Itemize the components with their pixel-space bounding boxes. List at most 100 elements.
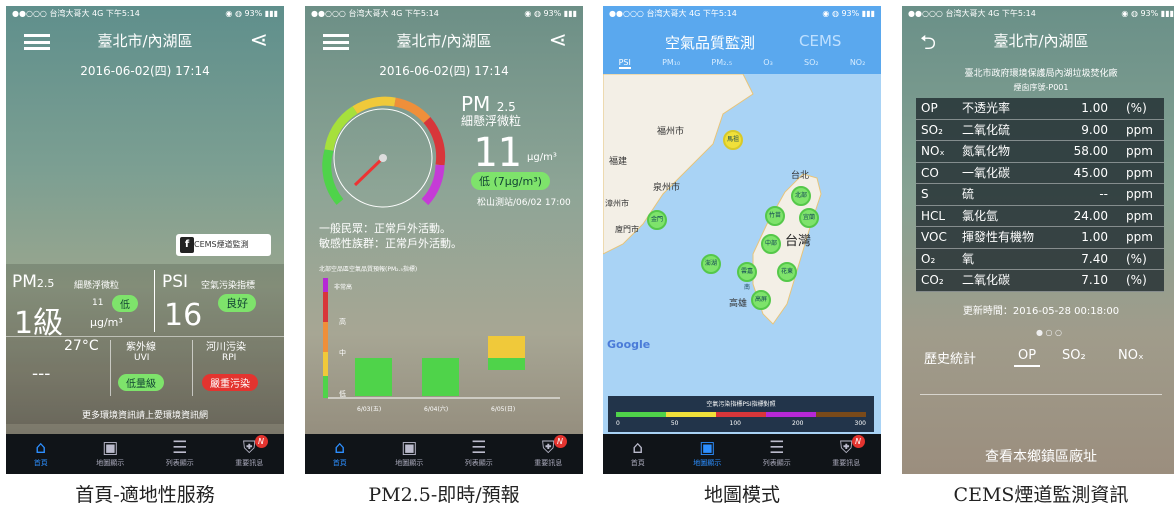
tab-alerts[interactable]: ⛨ 重要訊息 N (215, 434, 285, 474)
pollutant-tabs: PSI PM₁₀ PM₂.₅ O₃ SO₂ NO₂ (603, 58, 881, 69)
alert-shield-icon: ⛨ (242, 438, 256, 458)
tab-alerts[interactable]: ⛨ 重要訊息 N (812, 434, 882, 474)
cluster-yilan[interactable]: 宜蘭 (799, 208, 819, 228)
map-icon: ▣ (699, 438, 716, 458)
psi-legend: 空氣污染指標PSI指標對照 0 50 100 200 300 (608, 396, 874, 432)
station-text: 松山測站/06/02 17:00 (477, 198, 571, 208)
map-view[interactable]: 福州市 福建 泉州市 漳州市 廈門市 台北 台灣 高雄 馬祖 金門 澎湖 北部 … (603, 74, 881, 434)
tab-home[interactable]: ⌂ 首頁 (603, 434, 673, 474)
subtab-psi[interactable]: PSI (618, 58, 631, 69)
place-xiamen: 廈門市 (615, 225, 639, 234)
notification-badge: N (851, 435, 865, 448)
legend-bar (616, 412, 866, 417)
notification-badge: N (553, 435, 567, 448)
tab-list[interactable]: ☰ 列表顯示 (145, 434, 215, 474)
cluster-yunjianan[interactable]: 雲嘉南 (737, 262, 757, 291)
status-bar: ●●○○○ 台湾大哥大 4G 下午5:14 ◉ ◍ 93% ▮▮▮ (6, 6, 284, 22)
place-kaohsiung: 高雄 (729, 299, 748, 309)
psi-badge: 良好 (218, 294, 256, 312)
date-text: 2016-06-02(四) 17:14 (80, 64, 210, 78)
place-fuzhou: 福州市 (657, 127, 685, 137)
cluster-north[interactable]: 北部 (791, 186, 811, 206)
cems-button-label: CEMS煙道監測 (194, 240, 249, 249)
rpi-badge: 嚴重污染 (202, 374, 258, 391)
tab-home[interactable]: ⌂ 首頁 (305, 434, 375, 474)
list-icon: ☰ (769, 438, 785, 458)
view-factory-location-button[interactable]: 查看本鄉鎮區廠址 (902, 446, 1174, 466)
cluster-huadong[interactable]: 花東 (777, 262, 797, 282)
day-label-0: 6/03(五) (357, 406, 382, 413)
place-taipei: 台北 (791, 171, 810, 181)
forecast-chart (323, 278, 560, 399)
forecast-bar-1 (422, 358, 459, 396)
status-bar: ●●○○○ 台湾大哥大 4G 下午5:14 ◉ ◍ 93% ▮▮▮ (603, 6, 881, 22)
pm-desc: 細懸浮微粒 (74, 281, 120, 291)
divider (6, 336, 284, 337)
notification-badge: N (254, 435, 268, 448)
cems-screen: ●●○○○ 台湾大哥大 4G 下午5:14 ◉ ◍ 93% ▮▮▮ ⮌ 臺北市/內… (902, 6, 1174, 474)
status-bar: ●●○○○ 台湾大哥大 4G 下午5:14 ◉ ◍ 93% ▮▮▮ (311, 9, 577, 18)
updated-time: 更新時間：2016-05-28 00:18:00 (962, 306, 1120, 317)
tab-cems[interactable]: CEMS (799, 32, 841, 50)
hist-tab-nox[interactable]: NOₓ (1118, 348, 1144, 363)
tab-home[interactable]: ⌂ 首頁 (6, 434, 76, 474)
subtab-o3[interactable]: O₃ (763, 58, 773, 69)
city-title: 臺北市/內湖區 (97, 32, 193, 50)
table-row: NOₓ 氮氧化物 58.00 ppm (916, 141, 1164, 163)
hist-tab-op[interactable]: OP (1014, 348, 1041, 367)
share-icon[interactable]: ⋖ (250, 28, 268, 53)
rpi-title: 河川污染 (206, 342, 246, 353)
tab-bar: ⌂ 首頁 ▣ 地圖顯示 ☰ 列表顯示 ⛨ 重要訊息 N (603, 434, 881, 474)
carrier-text: ●●○○○ 台湾大哥大 4G 下午5:14 (12, 9, 140, 18)
psi-value: 16 (164, 298, 203, 333)
caption-home: 首頁-適地性服務 (75, 484, 215, 506)
tab-list[interactable]: ☰ 列表顯示 (444, 434, 514, 474)
tab-air-quality[interactable]: 空氣品質監測 (665, 32, 755, 53)
share-icon[interactable]: ⋖ (549, 28, 567, 53)
pm-label: PM2.5 (12, 272, 55, 292)
tab-map[interactable]: ▣ 地圖顯示 (375, 434, 445, 474)
day-label-1: 6/04(六) (424, 406, 449, 413)
subtab-no2[interactable]: NO₂ (850, 58, 866, 69)
advice-sensitive: 敏感性族群：正常戶外活動。 (319, 237, 462, 250)
tab-map[interactable]: ▣ 地圖顯示 (673, 434, 743, 474)
more-info-link[interactable]: 更多環境資訊請上愛環境資訊網 (6, 408, 284, 421)
subtab-pm10[interactable]: PM₁₀ (662, 58, 680, 69)
rpi-sub: RPI (222, 353, 237, 363)
advice-general: 一般民眾：正常戶外活動。 (319, 222, 451, 235)
caption-pm25: PM2.5-即時/預報 (368, 484, 520, 506)
cluster-penghu[interactable]: 澎湖 (701, 254, 721, 274)
cluster-gaoping[interactable]: 高屏 (751, 290, 771, 310)
subtab-pm25[interactable]: PM₂.₅ (711, 58, 732, 69)
list-icon: ☰ (172, 438, 188, 458)
cluster-zhumiao[interactable]: 竹苗 (765, 206, 785, 226)
table-row: CO 一氧化碳 45.00 ppm (916, 163, 1164, 184)
forecast-bar-2 (488, 336, 525, 358)
table-row: VOC 揮發性有機物 1.00 ppm (916, 227, 1164, 249)
history-axis (920, 394, 1162, 395)
psi-desc: 空氣污染指標 (201, 281, 256, 291)
uvi-title: 紫外線 (126, 342, 156, 353)
subtab-so2[interactable]: SO₂ (804, 58, 819, 69)
cems-button[interactable]: f CEMS煙道監測 (176, 234, 271, 256)
hist-tab-so2[interactable]: SO₂ (1062, 348, 1086, 363)
tab-bar: ⌂ 首頁 ▣ 地圖顯示 ☰ 列表顯示 ⛨ 重要訊息 N (6, 434, 284, 474)
tab-list[interactable]: ☰ 列表顯示 (742, 434, 812, 474)
cluster-kinmen[interactable]: 金門 (647, 210, 667, 230)
place-zhangzhou: 漳州市 (605, 199, 629, 208)
day-label-2: 6/05(日) (491, 406, 516, 413)
scale-mid: 中 (339, 349, 346, 357)
tab-map[interactable]: ▣ 地圖顯示 (76, 434, 146, 474)
history-label: 歷史統計 (924, 352, 977, 367)
cems-logo-icon: f (180, 237, 194, 253)
divider (110, 340, 111, 396)
tab-alerts[interactable]: ⛨ 重要訊息 N (514, 434, 584, 474)
city-title: 臺北市/內湖區 (396, 32, 492, 50)
pm25-gauge (322, 96, 446, 208)
google-logo: Google (607, 338, 651, 351)
alert-shield-icon: ⛨ (839, 438, 853, 458)
pm-desc: 細懸浮微粒 (461, 114, 522, 128)
cluster-matsu[interactable]: 馬祖 (723, 130, 743, 150)
cluster-central[interactable]: 中部 (761, 234, 781, 254)
page-dots[interactable]: ● ○ ○ (1036, 328, 1062, 337)
